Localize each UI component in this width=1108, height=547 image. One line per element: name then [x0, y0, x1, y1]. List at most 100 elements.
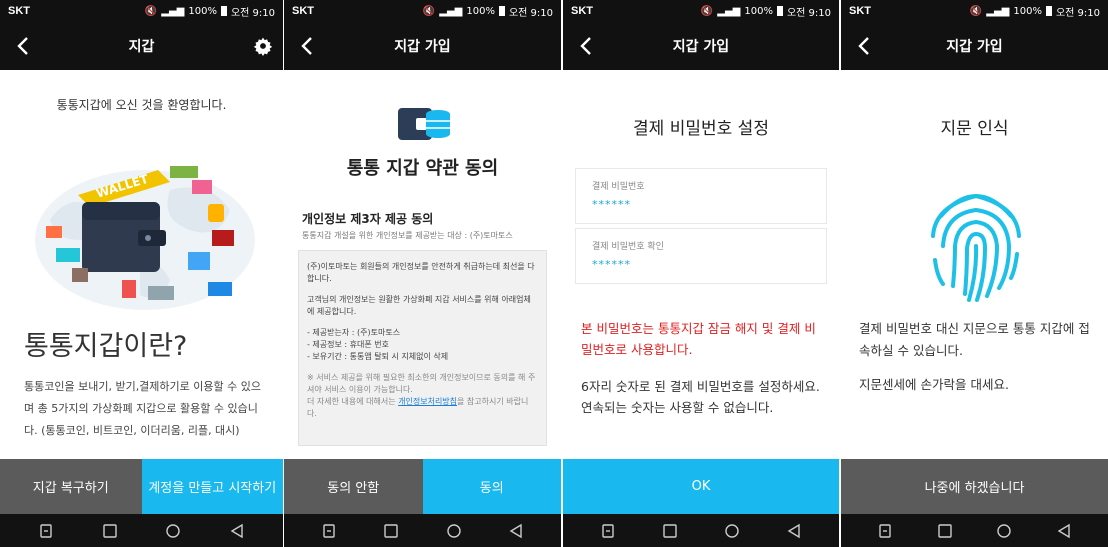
page-title: 지갑 가입 — [946, 39, 1003, 55]
battery-percent: 100% — [744, 5, 773, 17]
recent-apps-icon[interactable] — [382, 522, 400, 540]
terms-item: - 제공받는자 : (주)토마토스 — [307, 328, 401, 337]
battery-icon — [776, 6, 783, 16]
field-value: ****** — [592, 258, 631, 271]
back-triangle-icon[interactable] — [1055, 522, 1073, 540]
gear-icon[interactable] — [253, 36, 273, 56]
status-right: 🔇 ▂▄▆ 100% 오전 9:10 — [970, 4, 1100, 19]
privacy-policy-link[interactable]: 개인정보처리방침 — [398, 397, 457, 406]
content-area: 통통 지갑 약관 동의 개인정보 제3자 제공 동의 통통지갑 개설을 위한 개… — [284, 70, 561, 459]
page-title: 지갑 — [128, 39, 155, 55]
home-icon[interactable] — [445, 522, 463, 540]
content-area: 결제 비밀번호 설정 결제 비밀번호 ****** 결제 비밀번호 확인 ***… — [563, 70, 839, 459]
welcome-text: 통통지갑에 오신 것을 환영합니다. — [56, 98, 227, 112]
page-title: 지갑 가입 — [672, 39, 730, 55]
footer-buttons: OK — [563, 459, 839, 514]
app-bar: 지갑 — [0, 22, 283, 70]
battery-percent: 100% — [1013, 5, 1042, 17]
overview-icon[interactable] — [320, 522, 338, 540]
screen-terms-agreement: SKT 🔇 ▂▄▆ 100% 오전 9:10 지갑 가입 통통 지갑 약관 동의… — [284, 0, 561, 547]
overview-icon[interactable] — [599, 522, 617, 540]
battery-icon — [220, 6, 227, 16]
terms-item: - 보유기간 : 통통앱 탈퇴 시 지체없이 삭제 — [307, 352, 449, 361]
back-triangle-icon[interactable] — [228, 522, 246, 540]
field-label: 결제 비밀번호 — [592, 182, 645, 192]
terms-title: 통통 지갑 약관 동의 — [346, 158, 499, 179]
screen-fingerprint: SKT 🔇 ▂▄▆ 100% 오전 9:10 지갑 가입 지문 인식 결제 비밀… — [841, 0, 1108, 547]
android-nav-bar — [841, 514, 1108, 547]
app-bar: 지갑 가입 — [841, 22, 1108, 70]
app-bar: 지갑 가입 — [563, 22, 839, 70]
status-right: 🔇 ▂▄▆ 100% 오전 9:10 — [701, 4, 831, 19]
footer-buttons: 나중에 하겠습니다 — [841, 459, 1108, 514]
battery-percent: 100% — [188, 5, 217, 17]
carrier-label: SKT — [571, 5, 593, 17]
recent-apps-icon[interactable] — [101, 522, 119, 540]
back-triangle-icon[interactable] — [507, 522, 525, 540]
status-bar: SKT 🔇 ▂▄▆ 100% 오전 9:10 — [0, 0, 283, 22]
terms-item: - 제공정보 : 휴대폰 번호 — [307, 340, 389, 349]
wallet-description: 통통코인을 보내기, 받기,결제하기로 이용할 수 있으며 총 5가지의 가상화… — [24, 380, 261, 437]
back-triangle-icon[interactable] — [785, 522, 803, 540]
signal-icon: ▂▄▆ — [717, 5, 741, 17]
status-right: 🔇 ▂▄▆ 100% 오전 9:10 — [145, 4, 275, 19]
overview-icon[interactable] — [37, 522, 55, 540]
terms-paragraph-2: 고객님의 개인정보는 원활한 가상화폐 지갑 서비스를 위해 아래업체에 제공합… — [307, 295, 531, 316]
recent-apps-icon[interactable] — [936, 522, 954, 540]
overview-icon[interactable] — [876, 522, 894, 540]
carrier-label: SKT — [8, 5, 30, 17]
status-bar: SKT 🔇 ▂▄▆ 100% 오전 9:10 — [284, 0, 561, 22]
field-value: ****** — [592, 198, 631, 211]
fingerprint-icon — [931, 193, 1021, 302]
payment-password-field[interactable]: 결제 비밀번호 ****** — [575, 168, 827, 224]
recent-apps-icon[interactable] — [661, 522, 679, 540]
agree-button[interactable]: 동의 — [422, 459, 561, 514]
disagree-button[interactable]: 동의 안함 — [284, 459, 423, 514]
screenshot-strip: SKT 🔇 ▂▄▆ 100% 오전 9:10 지갑 통통지갑에 오신 것을 환영… — [0, 0, 1108, 547]
wallet-database-icon — [397, 108, 450, 140]
screen-payment-password: SKT 🔇 ▂▄▆ 100% 오전 9:10 지갑 가입 결제 비밀번호 설정 … — [563, 0, 839, 547]
content-area: 통통지갑에 오신 것을 환영합니다. WALLET 통통지갑이란? 통통코인을 … — [0, 70, 283, 459]
back-arrow-icon[interactable] — [575, 34, 599, 58]
back-arrow-icon[interactable] — [853, 34, 877, 58]
signal-icon: ▂▄▆ — [439, 5, 463, 17]
battery-icon — [1045, 6, 1052, 16]
terms-note-text: ※ 서비스 제공을 위해 필요한 최소한의 개인정보이므로 동의를 해 주셔야 … — [307, 373, 536, 394]
create-account-button[interactable]: 계정을 만들고 시작하기 — [141, 459, 283, 514]
payment-password-confirm-field[interactable]: 결제 비밀번호 확인 ****** — [575, 228, 827, 284]
terms-text-box[interactable]: (주)이토마토는 회원들의 개인정보를 안전하게 취급하는데 최선을 다합니다.… — [298, 250, 547, 446]
back-arrow-icon[interactable] — [296, 34, 320, 58]
terms-paragraph-1: (주)이토마토는 회원들의 개인정보를 안전하게 취급하는데 최선을 다합니다. — [307, 262, 535, 283]
wallet-world-illustration: WALLET — [35, 166, 255, 310]
signal-icon: ▂▄▆ — [986, 5, 1010, 17]
mute-icon: 🔇 — [144, 5, 158, 17]
clock: 오전 9:10 — [508, 7, 553, 19]
home-icon[interactable] — [164, 522, 182, 540]
home-icon[interactable] — [995, 522, 1013, 540]
restore-wallet-button[interactable]: 지갑 복구하기 — [0, 459, 142, 514]
later-button[interactable]: 나중에 하겠습니다 — [841, 459, 1108, 514]
what-is-wallet-title: 통통지갑이란? — [24, 331, 188, 362]
status-bar: SKT 🔇 ▂▄▆ 100% 오전 9:10 — [563, 0, 839, 22]
ok-button[interactable]: OK — [563, 459, 839, 514]
fingerprint-heading: 지문 인식 — [940, 119, 1009, 139]
more-prefix: 더 자세한 내용에 대해서는 — [307, 397, 399, 406]
carrier-label: SKT — [292, 5, 314, 17]
section-subtitle: 통통지갑 개설을 위한 개인정보를 제공받는 대상 : (주)토마토스 — [302, 231, 513, 240]
home-icon[interactable] — [723, 522, 741, 540]
android-nav-bar — [563, 514, 839, 547]
password-warning: 본 비밀번호는 통통지갑 잠금 해지 및 결제 비밀번호로 사용합니다. — [581, 321, 816, 357]
mute-icon: 🔇 — [969, 5, 983, 17]
password-heading: 결제 비밀번호 설정 — [633, 119, 769, 139]
fingerprint-instruction: 지문센세에 손가락을 대세요. — [859, 377, 1009, 392]
terms-icon-wrap — [284, 104, 561, 144]
screen-wallet-intro: SKT 🔇 ▂▄▆ 100% 오전 9:10 지갑 통통지갑에 오신 것을 환영… — [0, 0, 283, 547]
mute-icon: 🔇 — [422, 5, 436, 17]
back-arrow-icon[interactable] — [12, 34, 36, 58]
battery-percent: 100% — [466, 5, 495, 17]
app-bar: 지갑 가입 — [284, 22, 561, 70]
status-bar: SKT 🔇 ▂▄▆ 100% 오전 9:10 — [841, 0, 1108, 22]
carrier-label: SKT — [849, 5, 871, 17]
android-nav-bar — [284, 514, 561, 547]
android-nav-bar — [0, 514, 283, 547]
